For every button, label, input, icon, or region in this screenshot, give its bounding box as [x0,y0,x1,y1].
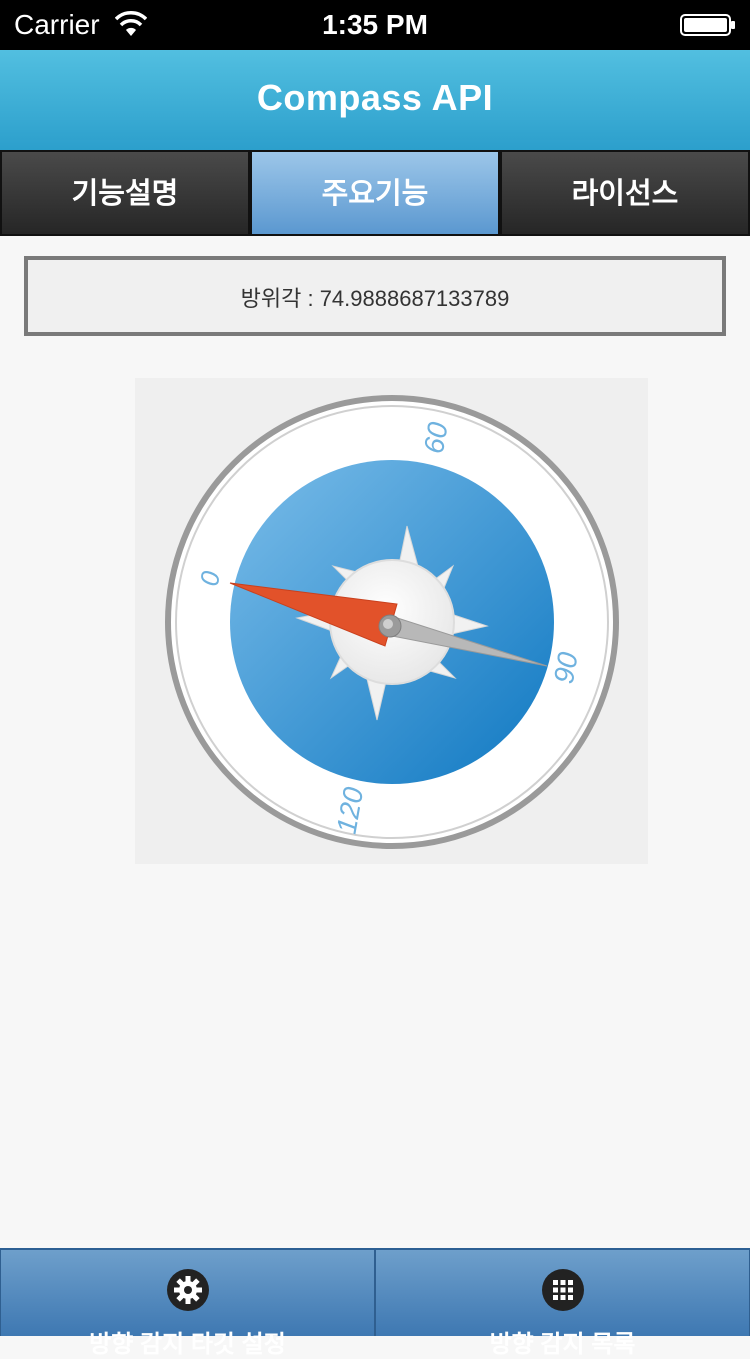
segmented-tabs: 기능설명 주요기능 라이선스 [0,150,750,236]
nav-header: Compass API [0,50,750,150]
tab-main-features[interactable]: 주요기능 [250,150,500,236]
tabbar-item-list[interactable]: 방향 감지 목록 [375,1250,750,1358]
compass-image: 0 60 90 120 [165,395,619,849]
tab-license[interactable]: 라이선스 [500,150,750,236]
heading-value: 방위각 : 74.9888687133789 [240,286,510,311]
battery-icon [680,14,735,36]
tab-description[interactable]: 기능설명 [0,150,250,236]
dial-label-60: 60 [418,419,454,455]
compass-panel: 0 60 90 120 [135,378,648,864]
bottom-tabbar: 방향 감지 타깃 설정 방향 감지 목록 [0,1248,750,1358]
tabbar-item-target-settings[interactable]: 방향 감지 타깃 설정 [0,1250,375,1358]
heading-readout: 방위각 : 74.9888687133789 [24,256,726,336]
tabbar-label-list: 방향 감지 목록 [489,1331,636,1358]
dial-label-90: 90 [548,649,584,685]
page-title: Compass API [256,77,494,118]
grid-icon [541,1269,584,1311]
status-bar: Carrier 1:35 PM [0,0,750,50]
tabbar-label-target-settings: 방향 감지 타깃 설정 [89,1331,286,1358]
gear-icon [166,1269,209,1311]
clock: 1:35 PM [322,9,428,40]
